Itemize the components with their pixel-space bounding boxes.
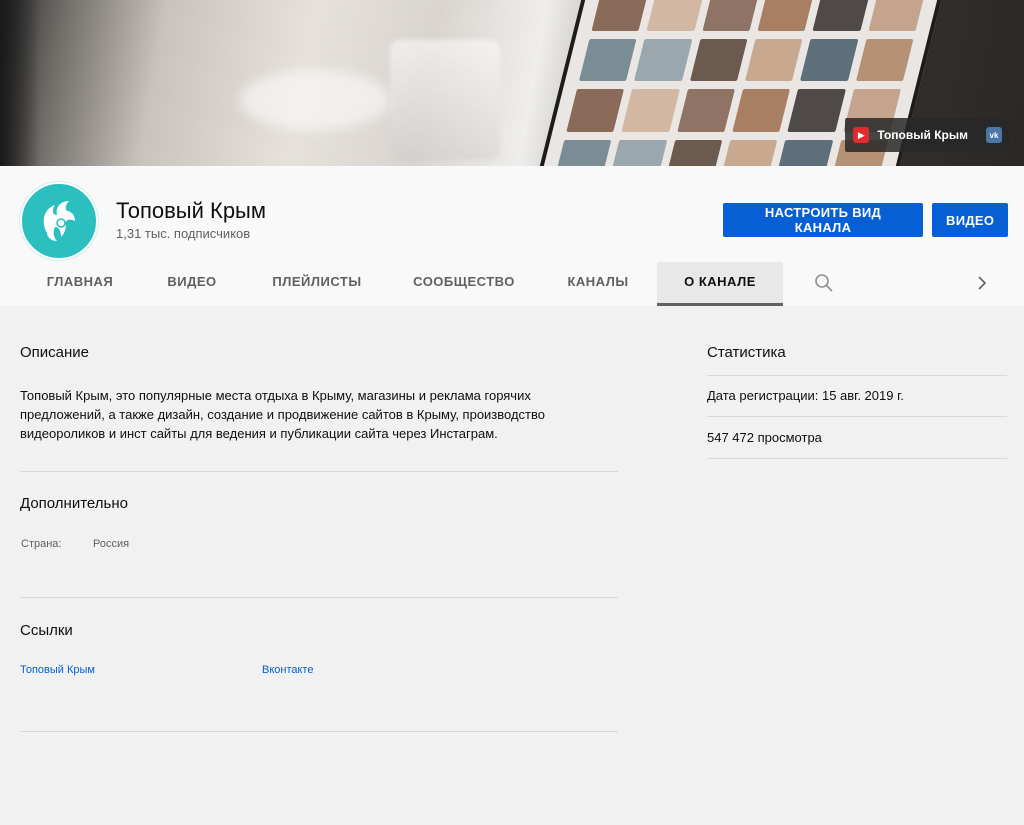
banner-photo-tile — [677, 89, 735, 132]
divider — [707, 458, 1007, 459]
banner-photo-tile — [566, 89, 625, 132]
channel-banner: ▶ Топовый Крым vk — [0, 0, 1024, 166]
description-heading: Описание — [20, 344, 90, 361]
banner-photo-tile — [664, 139, 723, 166]
divider — [20, 731, 618, 732]
tab-home[interactable]: ГЛАВНАЯ — [34, 262, 126, 306]
banner-photo-tile — [800, 38, 859, 81]
subscriber-count: 1,31 тыс. подписчиков — [116, 226, 251, 241]
divider — [20, 471, 618, 472]
banner-photo-tile — [634, 38, 693, 81]
banner-photo-tile — [868, 0, 927, 31]
tab-playlists[interactable]: ПЛЕЙЛИСТЫ — [256, 262, 378, 306]
customize-channel-button[interactable]: НАСТРОИТЬ ВИД КАНАЛА — [723, 203, 923, 237]
banner-photo-tile — [702, 0, 761, 31]
link-toposvy-krym[interactable]: Топовый Крым — [20, 664, 95, 676]
banner-photo-tile — [578, 38, 637, 81]
tab-about[interactable]: О КАНАЛЕ — [657, 262, 783, 306]
channel-description: Топовый Крым, это популярные места отдых… — [20, 388, 546, 441]
banner-photo-tile — [621, 89, 680, 132]
search-icon[interactable] — [814, 273, 834, 293]
youtube-icon[interactable]: ▶ — [853, 127, 870, 143]
banner-photo-tile — [689, 38, 748, 81]
channel-tabs: ГЛАВНАЯ ВИДЕО ПЛЕЙЛИСТЫ СООБЩЕСТВО КАНАЛ… — [0, 262, 1024, 306]
banner-link-label[interactable]: Топовый Крым — [877, 128, 968, 142]
banner-links: ▶ Топовый Крым vk — [845, 118, 1010, 152]
manage-videos-button[interactable]: ВИДЕО — [932, 203, 1008, 237]
vk-icon[interactable]: vk — [986, 127, 1002, 143]
link-vkontakte[interactable]: Вконтакте — [262, 664, 313, 676]
tab-channels[interactable]: КАНАЛЫ — [552, 262, 644, 306]
banner-photo-tile — [732, 89, 791, 132]
pegasus-logo-icon — [43, 201, 75, 241]
chevron-right-icon[interactable] — [974, 274, 990, 292]
banner-photo-tile — [757, 0, 816, 31]
country-value: Россия — [93, 538, 130, 550]
banner-photo-tile — [855, 38, 914, 81]
channel-name: Топовый Крым — [116, 198, 266, 223]
divider — [20, 597, 618, 598]
banner-photo-tile — [553, 139, 612, 166]
divider — [707, 375, 1007, 376]
avatar[interactable] — [20, 182, 98, 260]
view-count: 547 472 просмотра — [707, 430, 822, 445]
banner-photo-tile — [719, 139, 778, 166]
tab-community[interactable]: СООБЩЕСТВО — [402, 262, 526, 306]
banner-photo-tile — [744, 38, 803, 81]
channel-header: Топовый Крым 1,31 тыс. подписчиков НАСТР… — [0, 166, 1024, 306]
banner-photo-tile — [787, 89, 846, 132]
banner-shadow — [0, 0, 40, 166]
banner-photo-tile — [609, 139, 668, 166]
details-heading: Дополнительно — [20, 495, 128, 512]
join-date: Дата регистрации: 15 авг. 2019 г. — [707, 388, 904, 403]
country-label: Страна: — [21, 538, 62, 550]
about-page: Описание Топовый Крым, это популярные ме… — [0, 306, 1024, 825]
tab-videos[interactable]: ВИДЕО — [146, 262, 238, 306]
stats-heading: Статистика — [707, 344, 786, 361]
banner-photo-tile — [775, 139, 834, 166]
banner-glass-decoration — [390, 40, 500, 160]
banner-photo-tile — [646, 0, 705, 31]
banner-photo-tile — [591, 0, 650, 31]
links-heading: Ссылки — [20, 622, 73, 639]
banner-photo-tile — [812, 0, 871, 31]
divider — [707, 416, 1007, 417]
banner-plate-decoration — [240, 70, 390, 130]
